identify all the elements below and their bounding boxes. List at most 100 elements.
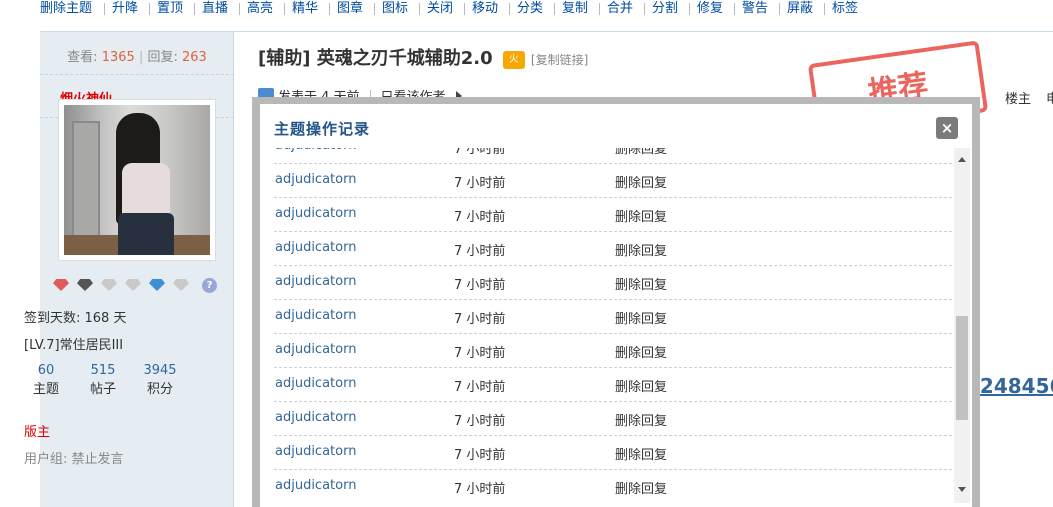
medal-help-icon[interactable]: ? [202, 278, 217, 293]
user-role: 版主 [24, 425, 51, 440]
toolbar-item-highlight[interactable]: 高亮 [247, 0, 273, 18]
floor-label-extra[interactable]: 电 [1046, 88, 1053, 107]
toolbar-separator [734, 3, 735, 15]
log-action: 删除回复 [615, 312, 668, 327]
list-item: adjudicatorn 7 小时前 删除回复 [274, 232, 952, 266]
toolbar-item-delete-thread[interactable]: 删除主题 [40, 0, 92, 18]
list-item: adjudicatorn 7 小时前 删除回复 [274, 436, 952, 470]
copy-link[interactable]: [复制链接] [531, 53, 588, 67]
log-action: 删除回复 [615, 148, 668, 157]
log-user[interactable]: adjudicatorn [275, 308, 356, 323]
scroll-up-icon[interactable] [958, 157, 966, 162]
toolbar-separator [599, 3, 600, 15]
list-item: adjudicatorn 7 小时前 删除回复 [274, 470, 952, 503]
log-user[interactable]: adjudicatorn [275, 342, 356, 357]
scrollbar-thumb[interactable] [956, 316, 968, 420]
medal-icon[interactable] [124, 277, 142, 293]
toolbar-separator [284, 3, 285, 15]
scroll-down-icon[interactable] [958, 487, 966, 492]
toolbar-item-live[interactable]: 直播 [202, 0, 228, 18]
medal-icon[interactable] [172, 277, 190, 293]
toolbar-item-digest[interactable]: 精华 [292, 0, 318, 18]
thread-stats: 查看: 1365 | 回复: 263 [67, 50, 207, 65]
medal-icon[interactable] [76, 277, 94, 293]
toolbar-item-close[interactable]: 关闭 [427, 0, 453, 18]
list-item: adjudicatorn 7 小时前 删除回复 [274, 266, 952, 300]
stat-points[interactable]: 3945 积分 [132, 361, 188, 399]
toolbar-separator [104, 3, 105, 15]
toolbar-item-split[interactable]: 分割 [652, 0, 678, 18]
close-icon[interactable]: × [936, 117, 958, 139]
replies-count: 263 [181, 50, 207, 65]
toolbar-separator [194, 3, 195, 15]
author-counts: 60 主题 515 帖子 3945 积分 [18, 361, 186, 401]
log-user[interactable]: adjudicatorn [275, 148, 356, 153]
list-item: adjudicatorn 7 小时前 删除回复 [274, 300, 952, 334]
operation-log-dialog: 主题操作记录 × adjudicatorn 7 小时前 删除回复 adjudic… [260, 104, 972, 507]
stat-label: 主题 [32, 382, 59, 397]
log-user[interactable]: adjudicatorn [275, 172, 356, 187]
toolbar-separator [779, 3, 780, 15]
toolbar-separator [644, 3, 645, 15]
toolbar-item-category[interactable]: 分类 [517, 0, 543, 18]
log-user[interactable]: adjudicatorn [275, 206, 356, 221]
log-time: 7 小时前 [454, 278, 506, 293]
log-user[interactable]: adjudicatorn [275, 240, 356, 255]
log-time: 7 小时前 [454, 210, 506, 225]
toolbar-item-icon[interactable]: 图标 [382, 0, 408, 18]
toolbar-separator [374, 3, 375, 15]
log-action: 删除回复 [615, 278, 668, 293]
list-item: adjudicatorn 7 小时前 删除回复 [274, 164, 952, 198]
log-user[interactable]: adjudicatorn [275, 444, 356, 459]
stat-threads[interactable]: 60 主题 [18, 361, 74, 399]
log-user[interactable]: adjudicatorn [275, 410, 356, 425]
stat-posts[interactable]: 515 帖子 [75, 361, 131, 399]
log-user[interactable]: adjudicatorn [275, 274, 356, 289]
list-scrollbar[interactable] [954, 148, 970, 503]
toolbar-separator [689, 3, 690, 15]
log-time: 7 小时前 [454, 380, 506, 395]
toolbar-item-copy[interactable]: 复制 [562, 0, 588, 18]
toolbar-separator [824, 3, 825, 15]
log-action: 删除回复 [615, 448, 668, 463]
toolbar-item-bump[interactable]: 升降 [112, 0, 138, 18]
log-time: 7 小时前 [454, 414, 506, 429]
views-count: 1365 [101, 50, 135, 65]
log-action: 删除回复 [615, 380, 668, 395]
log-time: 7 小时前 [454, 312, 506, 327]
medal-icon[interactable] [148, 277, 166, 293]
list-item: adjudicatorn 7 小时前 删除回复 [274, 334, 952, 368]
log-user[interactable]: adjudicatorn [275, 376, 356, 391]
log-action: 删除回复 [615, 414, 668, 429]
toolbar-item-sticky[interactable]: 置顶 [157, 0, 183, 18]
stat-label: 积分 [146, 382, 173, 397]
log-time: 7 小时前 [454, 448, 506, 463]
divider [40, 74, 234, 75]
toolbar-item-move[interactable]: 移动 [472, 0, 498, 18]
log-action: 删除回复 [615, 210, 668, 225]
toolbar-item-tag[interactable]: 标签 [832, 0, 858, 18]
toolbar-separator [419, 3, 420, 15]
toolbar-item-warn[interactable]: 警告 [742, 0, 768, 18]
toolbar-separator [464, 3, 465, 15]
medal-icon[interactable] [52, 277, 70, 293]
log-user[interactable]: adjudicatorn [275, 478, 356, 493]
medal-icon[interactable] [100, 277, 118, 293]
toolbar-item-repair[interactable]: 修复 [697, 0, 723, 18]
replies-label: 回复: [147, 50, 178, 65]
toolbar-item-merge[interactable]: 合并 [607, 0, 633, 18]
toolbar-separator [149, 3, 150, 15]
floor-label[interactable]: 楼主 [1005, 88, 1031, 107]
stat-value: 60 [37, 363, 55, 378]
author-avatar[interactable] [58, 99, 216, 261]
toolbar-item-ban[interactable]: 屏蔽 [787, 0, 813, 18]
toolbar-separator [509, 3, 510, 15]
user-level[interactable]: [LV.7]常住居民III [24, 334, 123, 353]
toolbar-separator [239, 3, 240, 15]
log-action: 删除回复 [615, 176, 668, 191]
log-action: 删除回复 [615, 346, 668, 361]
hot-icon: 火 [502, 51, 525, 69]
toolbar-separator [329, 3, 330, 15]
toolbar-item-stamp[interactable]: 图章 [337, 0, 363, 18]
log-time: 7 小时前 [454, 346, 506, 361]
